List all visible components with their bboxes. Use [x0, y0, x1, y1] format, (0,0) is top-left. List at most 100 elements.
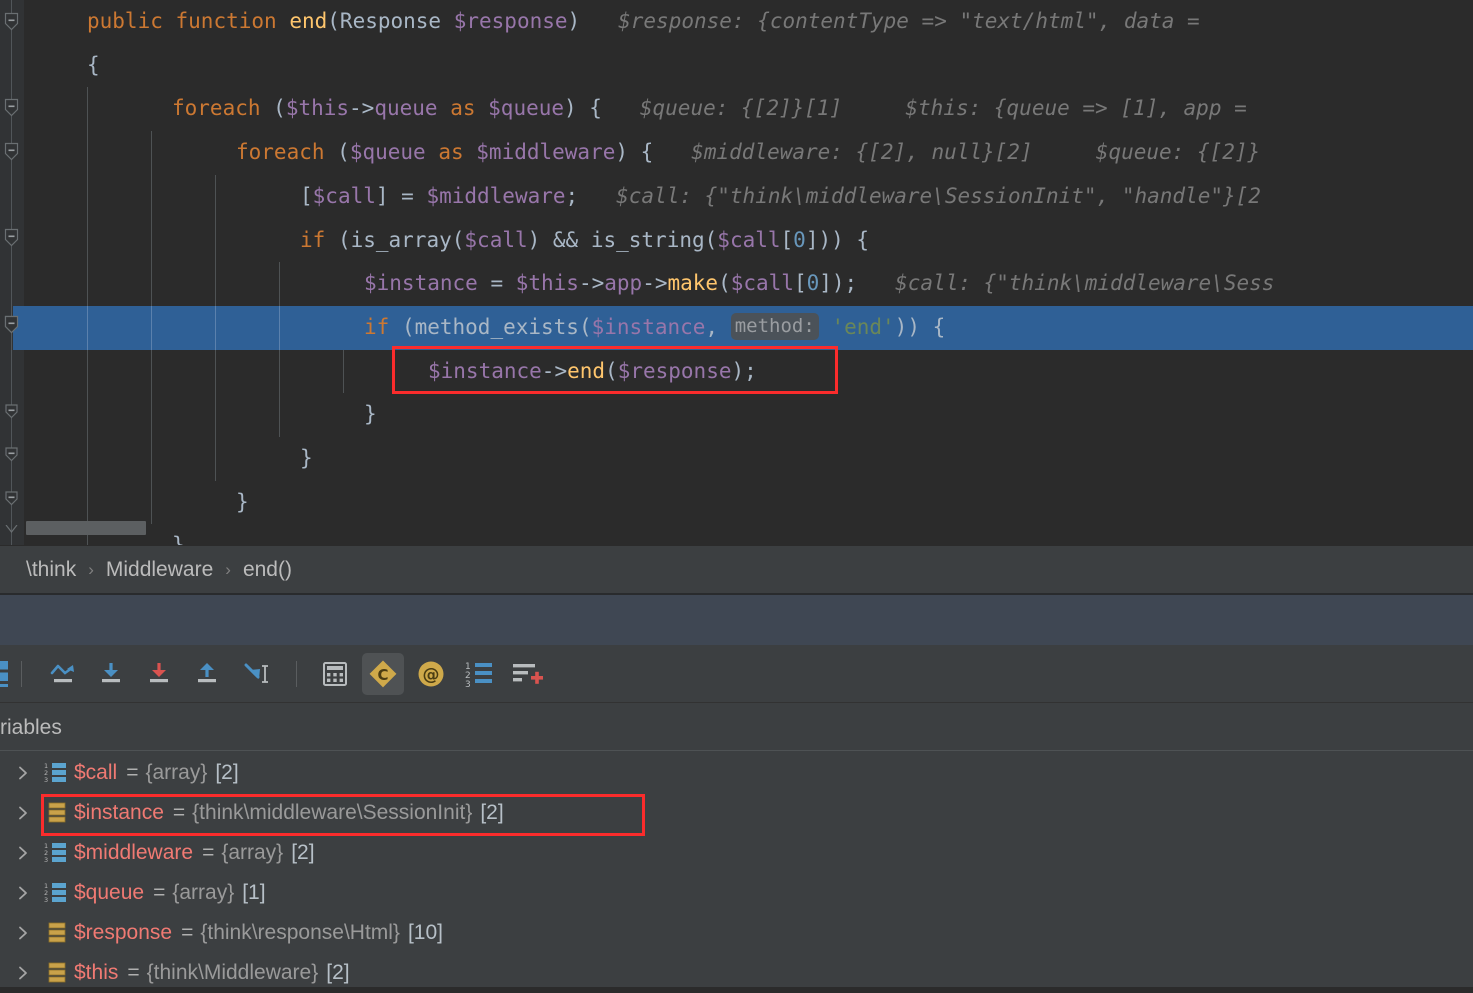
indent-guide-selected — [279, 305, 280, 350]
watch-variable-icon[interactable]: C — [362, 652, 404, 695]
chevron-right-icon[interactable] — [6, 873, 40, 913]
indent-guide-selected — [87, 305, 88, 350]
variables-tab-label: riables — [0, 716, 62, 739]
chevron-right-icon[interactable] — [6, 953, 40, 993]
step-into-icon[interactable] — [90, 653, 132, 695]
fold-marker-collapse-icon[interactable] — [2, 315, 21, 334]
cutoff-toolbar-icon[interactable] — [0, 660, 8, 687]
variable-type: {array} — [172, 881, 235, 904]
fold-marker-collapse-icon[interactable] — [2, 228, 21, 247]
fold-marker-collapse-icon[interactable] — [2, 489, 21, 508]
chevron-right-icon[interactable] — [6, 753, 40, 793]
evaluate-expression-icon[interactable] — [314, 653, 356, 695]
code-line[interactable]: [$call] = $middleware; $call: {"think\mi… — [24, 175, 1473, 219]
variable-equals-sign: = — [202, 841, 215, 864]
at-sign-icon[interactable]: @ — [410, 653, 452, 695]
code-line[interactable]: } — [24, 393, 1473, 437]
code-line[interactable]: if (method_exists($instance, method: 'en… — [24, 305, 1473, 350]
variable-name: $this — [74, 961, 119, 984]
breadcrumb-item[interactable]: end() — [243, 558, 292, 582]
variable-row[interactable]: $instance = {think\middleware\SessionInit}… — [0, 793, 1473, 833]
code-line[interactable]: $instance->end($response); — [24, 350, 1473, 394]
variable-name: $middleware — [74, 841, 194, 864]
code-line[interactable]: foreach ($queue as $middleware) { $middl… — [24, 131, 1473, 175]
variable-equals-sign: = — [181, 921, 194, 944]
debugger-toolbar[interactable]: C @ 1 2 3 — [0, 645, 1473, 702]
code-line-text: } — [364, 402, 377, 427]
variables-panel[interactable]: riables 1 2 3 $call = {array} [2] $instance… — [0, 703, 1473, 987]
run-to-cursor-icon[interactable] — [234, 653, 276, 695]
code-line-text: { — [87, 52, 100, 77]
breadcrumb-item[interactable]: \think — [26, 558, 76, 582]
variable-row[interactable]: $response = {think\response\Html} [10] — [0, 913, 1473, 953]
fold-marker-collapse-icon[interactable] — [2, 12, 21, 31]
variables-list[interactable]: 1 2 3 $call = {array} [2] $instance = {think\… — [0, 753, 1473, 987]
code-line[interactable]: } — [24, 437, 1473, 481]
indent-guide-selected — [151, 305, 152, 350]
fold-marker-collapse-icon[interactable] — [2, 98, 21, 117]
toolbar-separator — [296, 660, 297, 687]
array-icon: 1 2 3 — [40, 753, 74, 793]
variable-name: $instance — [74, 801, 164, 824]
chevron-right-icon[interactable] — [6, 793, 40, 833]
variable-equals-sign: = — [127, 961, 140, 984]
chevron-right-icon[interactable] — [6, 913, 40, 953]
chevron-right-icon[interactable] — [6, 833, 40, 873]
svg-text:@: @ — [423, 665, 440, 685]
indent-guide — [343, 349, 344, 394]
svg-text:3: 3 — [465, 680, 471, 690]
code-line[interactable]: { — [24, 44, 1473, 88]
add-watch-icon[interactable] — [506, 653, 548, 695]
code-line-text: } — [300, 446, 313, 470]
code-line-text: [$call] = $middleware; $call: {"think\mi… — [300, 183, 1261, 208]
toolbar-separator — [21, 660, 22, 687]
code-line-text: public function end(Response $response) … — [87, 9, 1200, 33]
code-line[interactable]: $instance = $this->app->make($call[0]); … — [24, 262, 1473, 306]
variable-row[interactable]: 1 2 3 $queue = {array} [1] — [0, 873, 1473, 913]
code-line[interactable]: foreach ($this->queue as $queue) { $queu… — [24, 87, 1473, 131]
variables-tab[interactable]: riables — [0, 703, 1473, 751]
inline-value-hint: $queue: {[2]}[1] $this: {queue => [1], a… — [601, 96, 1247, 121]
variables-tab-underline — [0, 750, 1473, 751]
debug-tool-window-header-band — [0, 595, 1473, 645]
variable-count: [2] — [480, 801, 504, 824]
variable-count: [10] — [407, 921, 443, 944]
variable-equals-sign: = — [172, 801, 186, 824]
editor-horizontal-scrollbar-track[interactable] — [24, 521, 1473, 536]
code-line[interactable]: } — [24, 481, 1473, 525]
code-editor[interactable]: public function end(Response $response) … — [0, 0, 1473, 545]
fold-marker-collapse-icon[interactable] — [2, 402, 21, 421]
sort-values-icon[interactable]: 1 2 3 — [458, 653, 500, 695]
code-line-text: foreach ($this->queue as $queue) { $queu… — [172, 96, 1247, 121]
variable-row[interactable]: 1 2 3 $call = {array} [2] — [0, 753, 1473, 793]
variable-equals-sign: = — [126, 761, 139, 784]
code-line[interactable]: public function end(Response $response) … — [24, 0, 1473, 44]
variable-row[interactable]: 1 2 3 $middleware = {array} [2] — [0, 833, 1473, 873]
editor-horizontal-scrollbar-thumb[interactable] — [26, 521, 146, 535]
svg-text:3: 3 — [44, 776, 48, 784]
step-over-icon[interactable] — [42, 653, 84, 695]
fold-marker-collapse-icon[interactable] — [2, 142, 21, 161]
code-line[interactable]: if (is_array($call) && is_string($call[0… — [24, 219, 1473, 263]
variable-count: [2] — [215, 761, 239, 784]
variable-equals-sign: = — [153, 881, 166, 904]
svg-text:3: 3 — [44, 856, 48, 864]
inline-value-hint: $call: {"think\middleware\Sess — [857, 271, 1275, 296]
force-step-into-icon[interactable] — [138, 653, 180, 695]
step-out-icon[interactable] — [186, 653, 228, 695]
code-folding-gutter[interactable] — [0, 0, 24, 545]
indent-guide-selected — [215, 305, 216, 350]
code-line-text: $instance->end($response); — [428, 358, 757, 383]
variable-row[interactable]: $this = {think\Middleware} [2] — [0, 953, 1473, 993]
fold-marker-icon[interactable] — [2, 525, 21, 544]
variable-type: {think\Middleware} — [146, 961, 319, 984]
breadcrumb-item[interactable]: Middleware — [106, 558, 213, 582]
code-line-text: $instance = $this->app->make($call[0]); … — [364, 271, 1275, 296]
breadcrumb[interactable]: \think › Middleware › end() — [0, 545, 1473, 593]
variable-type: {think\middleware\SessionInit} — [192, 801, 473, 824]
code-content[interactable]: public function end(Response $response) … — [24, 0, 1473, 545]
variable-type: {array} — [221, 841, 284, 864]
variable-name: $call — [74, 761, 118, 784]
fold-marker-collapse-icon[interactable] — [2, 445, 21, 464]
code-line-text: if (is_array($call) && is_string($call[0… — [300, 227, 870, 252]
